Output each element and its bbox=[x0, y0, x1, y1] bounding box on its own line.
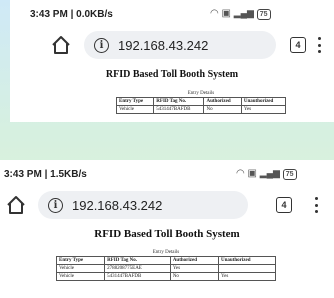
battery-icon: 75 bbox=[282, 169, 297, 180]
address-url[interactable]: 192.168.43.242 bbox=[72, 198, 162, 213]
table-cell: Vehicle bbox=[55, 272, 106, 281]
table-cell: 2788208775EAE bbox=[104, 264, 171, 273]
page-title: RFID Based Toll Booth System bbox=[94, 228, 240, 240]
column-header: RFID Tag No. bbox=[104, 256, 171, 265]
battery-icon: 75 bbox=[256, 9, 271, 20]
column-header: Unauthorized bbox=[218, 256, 276, 265]
status-icons: ◠ ▣ ▂▄▆ 75 bbox=[236, 168, 297, 180]
table-row: Vehicle 5431447BAFDB No Yes bbox=[115, 105, 287, 114]
browser-toolbar: i 192.168.43.242 4 bbox=[10, 28, 334, 64]
table-cell: Yes bbox=[218, 272, 276, 281]
column-header: Unauthorized bbox=[240, 97, 287, 106]
menu-icon[interactable] bbox=[316, 37, 322, 53]
table-cell: 5431447BAFDB bbox=[104, 272, 171, 281]
table-row: Vehicle 5431447BAFDB No Yes bbox=[55, 272, 276, 281]
table-cell: Yes bbox=[240, 105, 287, 114]
address-bar[interactable]: i 192.168.43.242 bbox=[84, 31, 276, 59]
video-icon: ▣ bbox=[247, 168, 257, 179]
table-cell: No bbox=[169, 272, 220, 281]
table-cell bbox=[218, 264, 276, 273]
table-caption: Entry Details bbox=[152, 250, 180, 255]
table-cell: Vehicle bbox=[55, 264, 106, 273]
table-cell: 5431447BAFDB bbox=[153, 105, 205, 114]
column-header: Authorized bbox=[203, 97, 242, 106]
signal-icon: ▂▄▆ bbox=[233, 8, 254, 18]
screenshot-1: 3:43 PM | 0.0KB/s ◠ ▣ ▂▄▆ 75 i 192.168.4… bbox=[10, 0, 334, 122]
column-header: Entry Type bbox=[115, 97, 155, 106]
status-bar: 3:43 PM | 1.5KB/s ◠ ▣ ▂▄▆ 75 bbox=[0, 160, 334, 188]
tab-switcher-button[interactable]: 4 bbox=[290, 37, 306, 53]
entry-details-table: Entry Type RFID Tag No. Authorized Unaut… bbox=[55, 256, 276, 281]
menu-icon[interactable] bbox=[313, 197, 319, 213]
column-header: RFID Tag No. bbox=[153, 97, 205, 106]
table-row: Vehicle 2788208775EAE Yes bbox=[55, 264, 276, 273]
info-icon[interactable]: i bbox=[48, 197, 63, 213]
status-time: 3:43 PM | 1.5KB/s bbox=[4, 169, 87, 180]
column-header: Entry Type bbox=[55, 256, 106, 265]
browser-toolbar: i 192.168.43.242 4 bbox=[0, 188, 334, 224]
address-url[interactable]: 192.168.43.242 bbox=[118, 38, 208, 53]
home-icon[interactable] bbox=[50, 34, 72, 56]
wifi-icon: ◠ bbox=[210, 8, 219, 19]
table-cell: Yes bbox=[169, 264, 220, 273]
home-icon[interactable] bbox=[5, 194, 27, 216]
table-caption: Entry Details bbox=[187, 91, 215, 96]
signal-icon: ▂▄▆ bbox=[259, 168, 280, 178]
status-icons: ◠ ▣ ▂▄▆ 75 bbox=[210, 8, 271, 20]
status-time: 3:43 PM | 0.0KB/s bbox=[30, 9, 113, 20]
page-title: RFID Based Toll Booth System bbox=[105, 69, 239, 80]
video-icon: ▣ bbox=[221, 8, 231, 19]
table-header-row: Entry Type RFID Tag No. Authorized Unaut… bbox=[115, 97, 287, 106]
status-bar: 3:43 PM | 0.0KB/s ◠ ▣ ▂▄▆ 75 bbox=[10, 0, 334, 28]
info-icon[interactable]: i bbox=[94, 37, 109, 53]
table-cell: No bbox=[203, 105, 242, 114]
table-header-row: Entry Type RFID Tag No. Authorized Unaut… bbox=[55, 256, 276, 265]
screenshot-2: 3:43 PM | 1.5KB/s ◠ ▣ ▂▄▆ 75 i 192.168.4… bbox=[0, 160, 334, 298]
address-bar[interactable]: i 192.168.43.242 bbox=[38, 191, 248, 219]
tab-switcher-button[interactable]: 4 bbox=[276, 197, 292, 213]
wifi-icon: ◠ bbox=[236, 168, 245, 179]
table-cell: Vehicle bbox=[115, 105, 155, 114]
entry-details-table: Entry Type RFID Tag No. Authorized Unaut… bbox=[115, 97, 287, 114]
column-header: Authorized bbox=[169, 256, 220, 265]
